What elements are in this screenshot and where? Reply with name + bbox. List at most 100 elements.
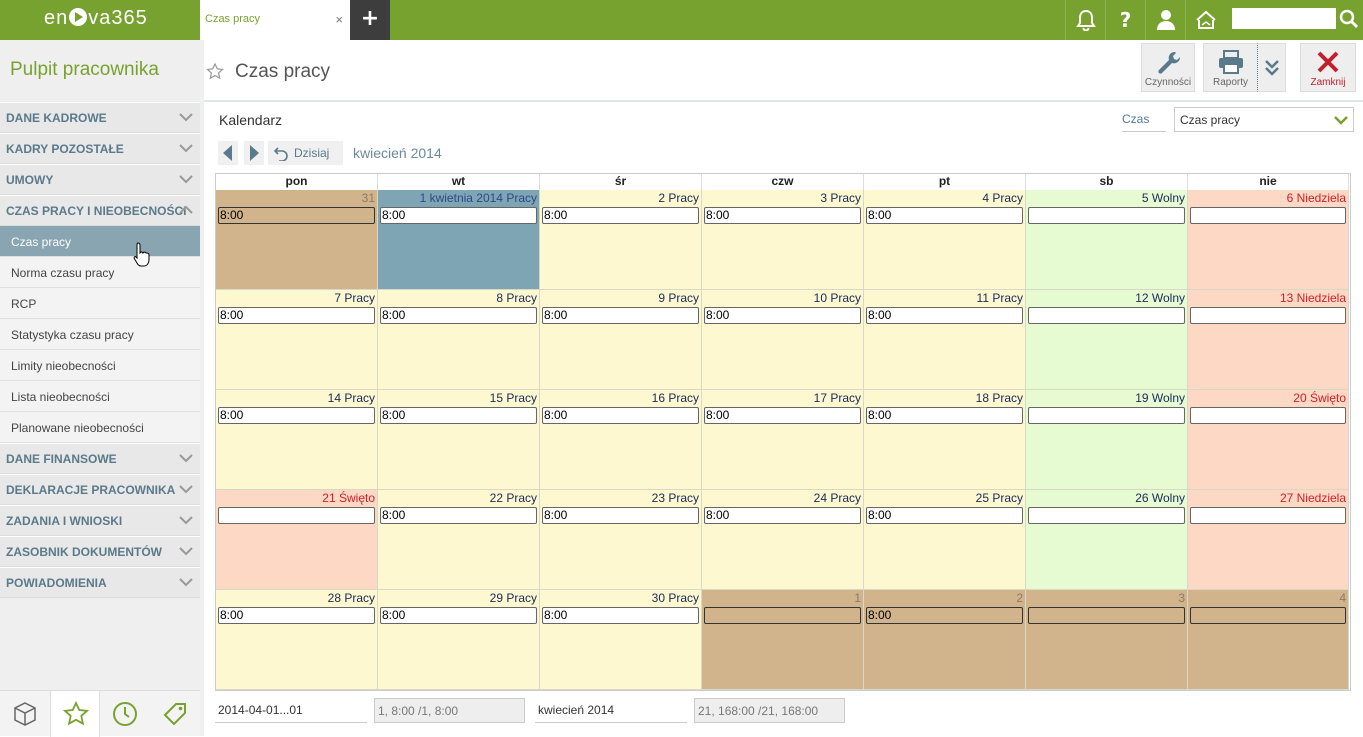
calendar-day-cell[interactable]: 2 8:00 <box>864 590 1026 690</box>
calendar-day-cell[interactable]: 27 Niedziela <box>1188 490 1349 590</box>
user-button[interactable] <box>1145 0 1185 40</box>
work-time-field[interactable]: 8:00 <box>866 207 1023 224</box>
tab-close-icon[interactable]: × <box>335 12 343 27</box>
sidebar-item-limity[interactable]: Limity nieobecności <box>0 350 200 381</box>
sidebar-section-dane-kadrowe[interactable]: DANE KADROWE <box>0 102 200 133</box>
prev-month-button[interactable] <box>218 141 238 165</box>
calendar-day-cell[interactable]: 24 Pracy 8:00 <box>702 490 864 590</box>
calendar-day-cell[interactable]: 14 Pracy 8:00 <box>216 390 378 490</box>
search-input[interactable] <box>1232 8 1336 29</box>
work-time-field[interactable] <box>1190 507 1346 524</box>
calendar-day-cell[interactable]: 22 Pracy 8:00 <box>378 490 540 590</box>
sidebar-section-czas-pracy[interactable]: CZAS PRACY I NIEOBECNOŚCI <box>0 195 200 226</box>
raporty-button[interactable]: Raporty <box>1203 43 1258 92</box>
sidebar-section-zadania[interactable]: ZADANIA I WNIOSKI <box>0 505 200 536</box>
calendar-day-cell[interactable]: 29 Pracy 8:00 <box>378 590 540 690</box>
calendar-day-cell[interactable]: 10 Pracy 8:00 <box>702 290 864 390</box>
calendar-day-cell[interactable]: 7 Pracy 8:00 <box>216 290 378 390</box>
calendar-day-cell[interactable]: 17 Pracy 8:00 <box>702 390 864 490</box>
calendar-day-cell[interactable]: 20 Święto <box>1188 390 1349 490</box>
sidebar-item-lista-nieobecnosci[interactable]: Lista nieobecności <box>0 381 200 412</box>
calendar-day-cell[interactable]: 3 <box>1026 590 1188 690</box>
sidebar-item-norma-czasu-pracy[interactable]: Norma czasu pracy <box>0 257 200 288</box>
sidebar-section-deklaracje[interactable]: DEKLARACJE PRACOWNIKA <box>0 474 200 505</box>
help-button[interactable]: ? <box>1105 0 1145 40</box>
work-time-field[interactable]: 8:00 <box>542 207 699 224</box>
work-time-field[interactable]: 8:00 <box>704 207 861 224</box>
work-time-field[interactable]: 8:00 <box>218 407 375 424</box>
tags-button[interactable] <box>162 701 188 727</box>
work-time-field[interactable] <box>704 607 861 624</box>
calendar-day-cell[interactable]: 1 kwietnia 2014 Pracy 8:00 <box>378 190 540 290</box>
sidebar-item-planowane[interactable]: Planowane nieobecności <box>0 412 200 443</box>
calendar-day-cell[interactable]: 8 Pracy 8:00 <box>378 290 540 390</box>
calendar-day-cell[interactable]: 25 Pracy 8:00 <box>864 490 1026 590</box>
sidebar-section-umowy[interactable]: UMOWY <box>0 164 200 195</box>
history-button[interactable] <box>112 701 138 727</box>
favorites-button[interactable] <box>50 691 100 737</box>
work-time-field[interactable]: 8:00 <box>866 407 1023 424</box>
add-tab-button[interactable]: + <box>350 0 390 40</box>
calendar-day-cell[interactable]: 6 Niedziela <box>1188 190 1349 290</box>
app-logo[interactable]: en va365 <box>0 0 200 40</box>
more-reports-dropdown[interactable] <box>1257 43 1286 92</box>
calendar-day-cell[interactable]: 23 Pracy 8:00 <box>540 490 702 590</box>
work-time-field[interactable]: 8:00 <box>542 307 699 324</box>
sidebar-item-czas-pracy[interactable]: Czas pracy <box>0 226 200 257</box>
work-time-field[interactable]: 8:00 <box>866 607 1023 624</box>
sidebar-section-dane-finansowe[interactable]: DANE FINANSOWE <box>0 443 200 474</box>
sidebar-section-kadry-pozostale[interactable]: KADRY POZOSTAŁE <box>0 133 200 164</box>
work-time-field[interactable] <box>1028 607 1185 624</box>
czynnosci-button[interactable]: Czynności <box>1141 43 1195 92</box>
czas-select[interactable]: Czas pracy <box>1174 107 1354 132</box>
work-time-field[interactable]: 8:00 <box>542 407 699 424</box>
box-button[interactable] <box>12 701 38 727</box>
work-time-field[interactable] <box>1028 207 1185 224</box>
work-time-field[interactable]: 8:00 <box>380 207 537 224</box>
work-time-field[interactable]: 8:00 <box>218 207 375 224</box>
calendar-day-cell[interactable]: 9 Pracy 8:00 <box>540 290 702 390</box>
work-time-field[interactable] <box>1028 307 1185 324</box>
work-time-field[interactable] <box>1028 407 1185 424</box>
calendar-day-cell[interactable]: 31 8:00 <box>216 190 378 290</box>
work-time-field[interactable]: 8:00 <box>218 607 375 624</box>
sidebar-item-statystyka[interactable]: Statystyka czasu pracy <box>0 319 200 350</box>
tab-czas-pracy[interactable]: Czas pracy × <box>200 0 350 40</box>
calendar-day-cell[interactable]: 28 Pracy 8:00 <box>216 590 378 690</box>
sidebar-section-zasobnik[interactable]: ZASOBNIK DOKUMENTÓW <box>0 536 200 567</box>
calendar-day-cell[interactable]: 5 Wolny <box>1026 190 1188 290</box>
work-time-field[interactable] <box>218 507 375 524</box>
calendar-day-cell[interactable]: 26 Wolny <box>1026 490 1188 590</box>
work-time-field[interactable] <box>1190 207 1346 224</box>
work-time-field[interactable] <box>1190 607 1346 624</box>
calendar-day-cell[interactable]: 18 Pracy 8:00 <box>864 390 1026 490</box>
calendar-day-cell[interactable]: 15 Pracy 8:00 <box>378 390 540 490</box>
work-time-field[interactable]: 8:00 <box>704 507 861 524</box>
notifications-button[interactable] <box>1065 0 1105 40</box>
calendar-day-cell[interactable]: 12 Wolny <box>1026 290 1188 390</box>
calendar-day-cell[interactable]: 30 Pracy 8:00 <box>540 590 702 690</box>
calendar-day-cell[interactable]: 1 <box>702 590 864 690</box>
calendar-day-cell[interactable]: 19 Wolny <box>1026 390 1188 490</box>
work-time-field[interactable]: 8:00 <box>380 607 537 624</box>
calendar-day-cell[interactable]: 16 Pracy 8:00 <box>540 390 702 490</box>
work-time-field[interactable]: 8:00 <box>380 407 537 424</box>
calendar-day-cell[interactable]: 4 Pracy 8:00 <box>864 190 1026 290</box>
work-time-field[interactable]: 8:00 <box>542 507 699 524</box>
work-time-field[interactable]: 8:00 <box>218 307 375 324</box>
today-button[interactable]: Dzisiaj <box>268 141 343 165</box>
next-month-button[interactable] <box>244 141 264 165</box>
calendar-day-cell[interactable]: 4 <box>1188 590 1349 690</box>
calendar-day-cell[interactable]: 3 Pracy 8:00 <box>702 190 864 290</box>
work-time-field[interactable] <box>1028 507 1185 524</box>
calendar-day-cell[interactable]: 11 Pracy 8:00 <box>864 290 1026 390</box>
zamknij-button[interactable]: Zamknij <box>1300 43 1356 92</box>
sidebar-section-powiadomienia[interactable]: POWIADOMIENIA <box>0 567 200 598</box>
work-time-field[interactable]: 8:00 <box>542 607 699 624</box>
favorite-star-icon[interactable] <box>206 63 224 81</box>
home-button[interactable] <box>1185 0 1225 40</box>
work-time-field[interactable] <box>1190 407 1346 424</box>
work-time-field[interactable] <box>1190 307 1346 324</box>
calendar-day-cell[interactable]: 21 Święto <box>216 490 378 590</box>
work-time-field[interactable]: 8:00 <box>866 307 1023 324</box>
